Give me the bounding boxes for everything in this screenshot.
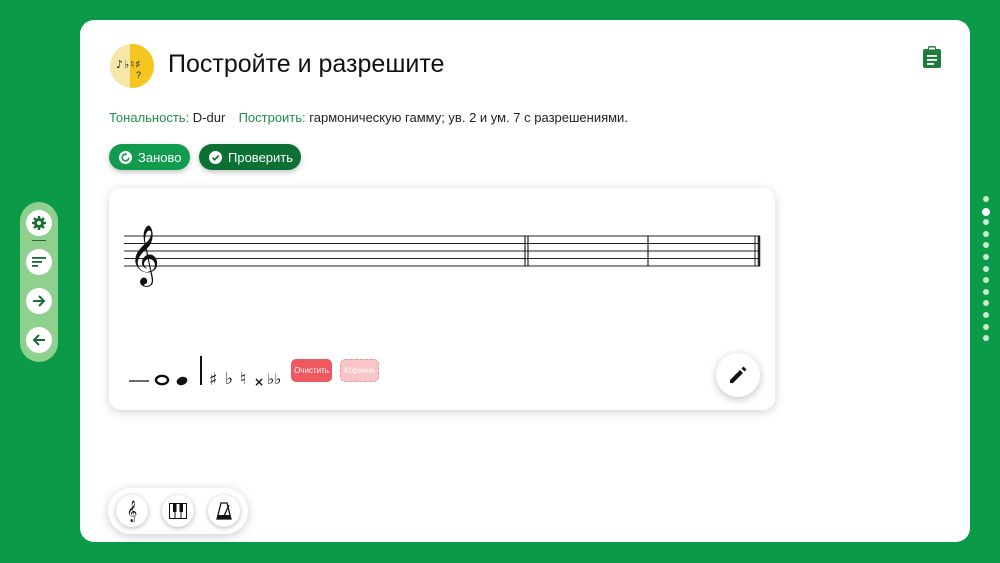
flat-tool: ♭ bbox=[225, 369, 233, 389]
page-dot[interactable] bbox=[983, 312, 989, 318]
piano-button[interactable] bbox=[162, 495, 194, 527]
metronome-icon bbox=[216, 502, 232, 520]
clear-button[interactable]: Очистить bbox=[291, 359, 332, 382]
double-flat-tool: ♭♭ bbox=[267, 370, 281, 388]
page-dot[interactable] bbox=[983, 265, 989, 272]
treble-clef-icon: 𝄞 bbox=[126, 500, 138, 522]
check-button[interactable]: Проверить bbox=[199, 144, 301, 170]
treble-clef-icon: 𝄞 bbox=[129, 225, 160, 287]
clipboard-icon[interactable] bbox=[922, 46, 942, 68]
gear-icon bbox=[32, 216, 46, 230]
metronome-button[interactable] bbox=[208, 495, 240, 527]
task-description: Тональность: D-dur Построить: гармоничес… bbox=[109, 110, 628, 125]
build-label: Построить: bbox=[238, 110, 306, 125]
page-dot[interactable] bbox=[983, 323, 989, 330]
page-title: Постройте и разрешите bbox=[168, 50, 445, 78]
sharp-tool: ♯ bbox=[209, 370, 217, 390]
sidebar-divider bbox=[32, 240, 46, 241]
key-label: Тональность: bbox=[109, 110, 190, 125]
staff-editor: 𝄞 ♯ ♭ ♮ × ♭♭ Очистить Корзина bbox=[109, 188, 775, 410]
trash-button[interactable]: Корзина bbox=[340, 359, 379, 382]
double-sharp-tool: × bbox=[254, 375, 264, 389]
sort-button[interactable] bbox=[26, 249, 52, 275]
page-dot[interactable] bbox=[983, 254, 989, 260]
page-dot[interactable] bbox=[983, 335, 989, 342]
page-dot[interactable] bbox=[983, 230, 989, 237]
page-dot[interactable] bbox=[983, 242, 989, 249]
pencil-button[interactable] bbox=[716, 353, 760, 397]
page-dot[interactable] bbox=[983, 219, 989, 226]
check-circle-icon bbox=[209, 150, 222, 164]
lesson-logo: ♪♭♮♯ ? bbox=[110, 44, 154, 88]
sort-icon bbox=[32, 257, 46, 267]
reset-button[interactable]: Заново bbox=[109, 144, 190, 170]
page-dot[interactable] bbox=[983, 277, 989, 284]
main-card: ♪♭♮♯ ? Постройте и разрешите Тональность… bbox=[80, 20, 970, 542]
piano-icon bbox=[169, 503, 187, 519]
page-dot[interactable] bbox=[983, 288, 989, 295]
treble-clef-button[interactable]: 𝄞 bbox=[116, 495, 148, 527]
next-button[interactable] bbox=[26, 288, 52, 314]
page-dot[interactable] bbox=[982, 207, 990, 216]
prev-button[interactable] bbox=[26, 327, 52, 353]
left-sidebar bbox=[20, 202, 58, 362]
music-staff[interactable]: 𝄞 ♯ ♭ ♮ × ♭♭ bbox=[109, 188, 775, 410]
bottom-toolbar: 𝄞 bbox=[108, 488, 248, 534]
arrow-right-icon bbox=[33, 295, 46, 307]
refresh-icon bbox=[119, 150, 132, 164]
pencil-icon bbox=[730, 366, 747, 383]
build-value: гармоническую гамму; ув. 2 и ум. 7 с раз… bbox=[309, 110, 628, 125]
natural-tool: ♮ bbox=[240, 369, 246, 389]
page-dot[interactable] bbox=[983, 300, 989, 307]
whole-note-tool bbox=[154, 374, 170, 386]
key-value: D-dur bbox=[192, 110, 226, 125]
page-dot[interactable] bbox=[983, 196, 989, 202]
arrow-left-icon bbox=[32, 334, 45, 346]
settings-button[interactable] bbox=[26, 210, 52, 236]
quarter-note-tool bbox=[176, 376, 188, 386]
note-tools: ♯ ♭ ♮ × ♭♭ bbox=[129, 356, 281, 390]
